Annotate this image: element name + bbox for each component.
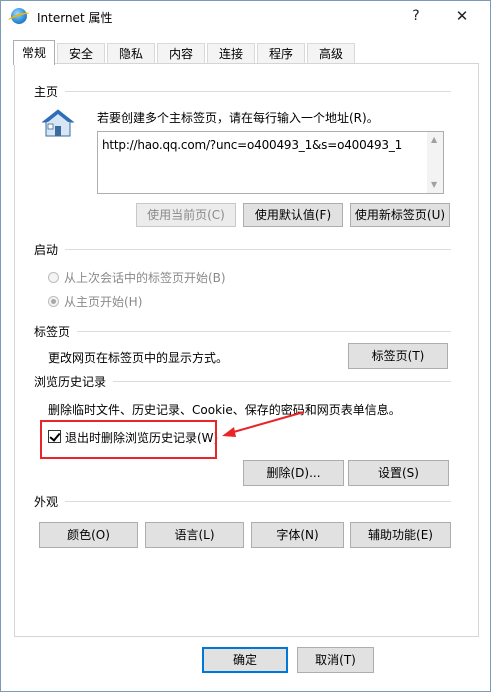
textarea-scrollbar[interactable]: ▲ ▼: [427, 132, 443, 193]
tab-general[interactable]: 常规: [13, 40, 55, 65]
radio-last-session[interactable]: [48, 272, 59, 283]
tab-content[interactable]: 内容: [157, 43, 205, 64]
cancel-button[interactable]: 取消(T): [297, 647, 374, 673]
use-new-tab-button[interactable]: 使用新标签页(U): [350, 203, 450, 227]
annotation-arrow-icon: [222, 411, 305, 437]
tabs-section-title: 标签页: [34, 325, 71, 339]
homepage-instruction: 若要创建多个主标签页，请在每行输入一个地址(R)。: [97, 111, 379, 125]
tab-advanced[interactable]: 高级: [307, 43, 355, 64]
radio-last-session-label: 从上次会话中的标签页开始(B): [64, 271, 226, 285]
homepage-section-title: 主页: [34, 85, 59, 99]
highlight-box: [40, 420, 217, 459]
history-divider: [113, 381, 451, 382]
colors-button[interactable]: 颜色(O): [39, 522, 138, 548]
startup-divider: [65, 249, 451, 250]
internet-explorer-icon: [11, 8, 27, 24]
tab-security[interactable]: 安全: [57, 43, 105, 64]
radio-home-page-label: 从主页开始(H): [64, 295, 143, 309]
appearance-section-title: 外观: [34, 495, 59, 509]
close-button[interactable]: ✕: [447, 5, 477, 27]
tabs-description: 更改网页在标签页中的显示方式。: [48, 351, 229, 365]
tabs-settings-button[interactable]: 标签页(T): [348, 343, 448, 369]
history-settings-button[interactable]: 设置(S): [348, 460, 449, 486]
tab-connections[interactable]: 连接: [207, 43, 255, 64]
homepage-divider: [65, 91, 451, 92]
ok-button[interactable]: 确定: [202, 647, 288, 673]
homepage-url-value: http://hao.qq.com/?unc=o400493_1&s=o4004…: [102, 138, 403, 152]
history-section-title: 浏览历史记录: [34, 375, 107, 389]
window-title: Internet 属性: [37, 11, 113, 25]
appearance-divider: [65, 501, 451, 502]
home-icon: [41, 109, 75, 137]
fonts-button[interactable]: 字体(N): [251, 522, 344, 548]
accessibility-button[interactable]: 辅助功能(E): [350, 522, 451, 548]
use-default-button[interactable]: 使用默认值(F): [243, 203, 343, 227]
languages-button[interactable]: 语言(L): [145, 522, 244, 548]
internet-options-dialog: Internet 属性 ? ✕ 常规 安全 隐私 内容 连接 程序 高级 主页 …: [0, 0, 491, 692]
help-button[interactable]: ?: [401, 5, 431, 27]
tab-programs[interactable]: 程序: [257, 43, 305, 64]
homepage-url-textarea[interactable]: http://hao.qq.com/?unc=o400493_1&s=o4004…: [97, 131, 444, 194]
scroll-down-icon[interactable]: ▼: [431, 180, 437, 189]
title-bar: Internet 属性 ? ✕: [1, 1, 490, 32]
radio-home-page[interactable]: [48, 296, 59, 307]
tab-privacy[interactable]: 隐私: [107, 43, 155, 64]
delete-history-button[interactable]: 删除(D)...: [243, 460, 344, 486]
startup-section-title: 启动: [34, 243, 59, 257]
scroll-up-icon[interactable]: ▲: [431, 135, 437, 144]
use-current-button[interactable]: 使用当前页(C): [136, 203, 236, 227]
tabs-divider: [77, 331, 451, 332]
